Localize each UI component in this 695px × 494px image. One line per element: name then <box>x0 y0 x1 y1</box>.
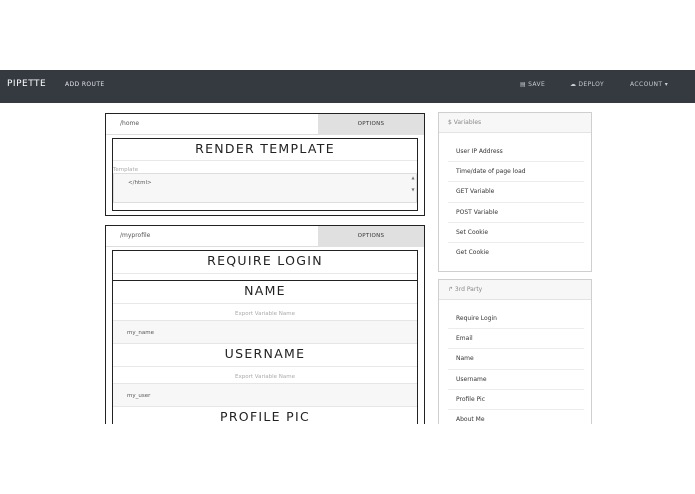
third-party-item[interactable]: Username <box>448 370 584 390</box>
third-party-item[interactable]: Require Login <box>448 309 584 330</box>
block-title: PROFILE PIC <box>219 409 311 424</box>
route-options-button[interactable]: OPTIONS <box>318 114 424 135</box>
third-party-item[interactable]: Name <box>448 349 584 370</box>
save-button[interactable]: ▤ SAVE <box>520 81 545 88</box>
top-navbar: PIPETTE ADD ROUTE ▤ SAVE ☁ DEPLOY ACCOUNT … <box>0 70 695 103</box>
route-options-button[interactable]: OPTIONS <box>318 226 424 247</box>
block-title: USERNAME <box>224 346 306 361</box>
block-title: NAME <box>244 283 286 298</box>
variable-item[interactable]: Time/date of page load <box>448 162 584 183</box>
deploy-button[interactable]: ☁ DEPLOY <box>570 81 604 88</box>
divider <box>113 273 417 274</box>
floppy-icon: ▤ <box>520 81 527 88</box>
third-party-item[interactable]: Email <box>448 329 584 350</box>
route-path[interactable]: /myprofile <box>120 232 150 239</box>
route-card-home: /home OPTIONS RENDER TEMPLATE Template <… <box>105 113 425 216</box>
export-variable-label: Export Variable Name <box>235 374 295 380</box>
template-value: </html> <box>128 180 152 186</box>
third-party-list: Require Login Email Name Username Profil… <box>439 300 591 424</box>
third-party-panel-header: ↱ 3rd Party <box>439 280 591 300</box>
add-route-link[interactable]: ADD ROUTE <box>65 81 105 88</box>
render-template-block[interactable]: RENDER TEMPLATE Template </html> ▲ ▼ <box>112 138 418 211</box>
variable-item[interactable]: GET Variable <box>448 182 584 203</box>
variable-item[interactable]: Set Cookie <box>448 223 584 243</box>
save-label: SAVE <box>528 81 546 88</box>
route-header: /myprofile OPTIONS <box>106 226 424 247</box>
profile-pic-block[interactable]: PROFILE PIC <box>112 407 418 424</box>
export-variable-label: Export Variable Name <box>235 311 295 317</box>
block-title: REQUIRE LOGIN <box>207 253 323 268</box>
template-textarea[interactable]: </html> ▲ ▼ <box>113 173 417 203</box>
third-party-panel: ↱ 3rd Party Require Login Email Name Use… <box>438 279 592 424</box>
cloud-upload-icon: ☁ <box>570 81 577 88</box>
variables-panel-header: $ Variables <box>439 113 591 133</box>
route-path[interactable]: /home <box>120 120 139 127</box>
username-export-input[interactable]: my_user <box>113 383 417 407</box>
name-block[interactable]: NAME Export Variable Name my_name <box>112 281 418 344</box>
name-export-input[interactable]: my_name <box>113 320 417 344</box>
variable-item[interactable]: POST Variable <box>448 203 584 223</box>
variable-item[interactable]: User IP Address <box>448 142 584 163</box>
deploy-label: DEPLOY <box>578 81 605 88</box>
variables-panel: $ Variables User IP Address Time/date of… <box>438 112 592 272</box>
main-content: /home OPTIONS RENDER TEMPLATE Template <… <box>0 103 695 424</box>
route-card-myprofile: /myprofile OPTIONS REQUIRE LOGIN NAME Ex… <box>105 225 425 424</box>
third-party-item[interactable]: Profile Pic <box>448 390 584 410</box>
require-login-block[interactable]: REQUIRE LOGIN <box>112 250 418 281</box>
account-dropdown[interactable]: ACCOUNT ▾ <box>630 81 668 88</box>
block-title: RENDER TEMPLATE <box>195 141 335 156</box>
variable-item[interactable]: Get Cookie <box>448 243 584 263</box>
username-block[interactable]: USERNAME Export Variable Name my_user <box>112 344 418 407</box>
variables-list: User IP Address Time/date of page load G… <box>439 133 591 263</box>
third-party-item[interactable]: About Me <box>448 410 584 424</box>
template-label: Template <box>113 167 139 173</box>
textarea-scrollbar[interactable]: ▲ ▼ <box>411 175 415 201</box>
route-header: /home OPTIONS <box>106 114 424 135</box>
brand-logo[interactable]: PIPETTE <box>7 79 46 89</box>
